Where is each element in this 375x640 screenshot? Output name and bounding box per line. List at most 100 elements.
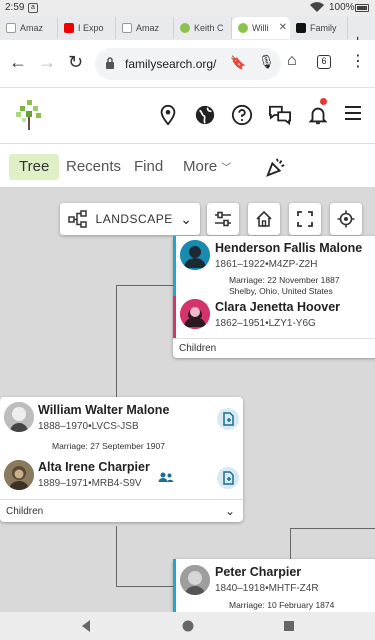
tab-label: I Expo (78, 23, 104, 33)
connector-line (116, 586, 176, 587)
person-id: M4ZP-Z2H (268, 259, 318, 270)
home-circle-icon[interactable] (181, 619, 195, 633)
person-lifespan: 1861–1922•M4ZP-Z2H (215, 259, 318, 270)
person-lifespan: 1862–1951•LZY1-Y6G (215, 318, 316, 329)
connector-line (116, 526, 117, 586)
couple-card[interactable]: William Walter Malone 1888–1970•LVCS-JSB… (0, 397, 243, 522)
crosshair-icon (337, 210, 355, 228)
connector-line (116, 285, 117, 400)
fullscreen-button[interactable] (289, 203, 321, 235)
location-pin-icon[interactable] (157, 104, 179, 126)
person-name[interactable]: Henderson Fallis Malone (215, 241, 362, 255)
more-options-icon[interactable]: ⋮ (350, 51, 366, 71)
tab-recents[interactable]: Recents (66, 154, 121, 180)
record-hints-button[interactable] (217, 408, 239, 430)
children-toggle[interactable]: Children ⌄ (0, 499, 243, 522)
recenter-button[interactable] (330, 203, 362, 235)
mic-icon[interactable]: 🎙 (258, 54, 275, 70)
back-triangle-icon[interactable] (80, 619, 92, 633)
browser-tab[interactable]: Amaz (0, 17, 58, 39)
filter-settings-button[interactable] (207, 203, 239, 235)
marriage-date: Marriage: 10 February 1874 (229, 600, 335, 610)
sliders-icon (215, 211, 231, 227)
person-match-icon[interactable] (158, 471, 174, 483)
home-icon (256, 210, 272, 227)
forward-icon[interactable]: → (38, 52, 56, 73)
browser-tab[interactable]: Family (290, 17, 348, 39)
photo-avatar (4, 402, 34, 432)
connector-line (290, 528, 375, 529)
male-avatar-icon (180, 240, 210, 270)
person-dates: 1862–1951 (215, 318, 266, 329)
tree-canvas[interactable]: LANDSCAPE ⌄ Henderson Fallis Malone 1861… (0, 188, 375, 612)
person-dates: 1889–1971 (38, 478, 89, 489)
reload-icon[interactable]: ↻ (68, 52, 83, 73)
status-bar: 2:59 a 100% (0, 0, 375, 16)
person-name[interactable]: Peter Charpier (215, 565, 301, 579)
browser-tab[interactable]: Keith C (174, 17, 232, 39)
couple-card[interactable]: Peter Charpier 1840–1918•MHTF-Z4R Marria… (173, 559, 375, 612)
back-icon[interactable]: ← (9, 52, 27, 73)
couple-card[interactable]: Henderson Fallis Malone 1861–1922•M4ZP-Z… (173, 236, 375, 358)
person-id: LZY1-Y6G (268, 318, 316, 329)
celebration-icon[interactable] (265, 156, 287, 178)
person-lifespan: 1840–1918•MHTF-Z4R (215, 583, 319, 594)
person-id: MRB4-S9V (91, 478, 142, 489)
tab-tree[interactable]: Tree (9, 154, 60, 180)
chevron-down-icon: ⌄ (224, 504, 235, 518)
record-hint-icon (223, 471, 234, 485)
male-indicator (173, 236, 176, 296)
bookmark-icon[interactable]: 🔖 (230, 55, 246, 71)
address-bar: ← → ↻ familysearch.org/ 🔖 🎙 ⌂ 6 ⋮ (0, 40, 375, 88)
photo-avatar (180, 565, 210, 595)
children-toggle[interactable]: Children (173, 338, 375, 358)
wifi-icon (310, 2, 324, 13)
notification-icon: a (28, 3, 38, 13)
browser-tab[interactable]: I Expo (58, 17, 116, 39)
browser-tab[interactable]: Amaz (116, 17, 174, 39)
chevron-down-icon: ﹀ (221, 163, 232, 174)
person-name[interactable]: William Walter Malone (38, 403, 169, 417)
male-indicator (173, 559, 176, 612)
help-icon[interactable] (231, 104, 253, 126)
marriage-date: Marriage: 27 September 1907 (52, 441, 165, 451)
url-text: familysearch.org/ (125, 57, 217, 71)
menu-hamburger-icon[interactable] (345, 106, 361, 120)
home-icon[interactable]: ⌂ (287, 52, 297, 70)
chevron-down-icon: ⌄ (180, 210, 192, 227)
female-indicator (173, 296, 176, 338)
tab-label: Family (310, 23, 337, 33)
tree-icon (180, 23, 190, 33)
battery-percent: 100% (329, 2, 355, 13)
person-name[interactable]: Clara Jenetta Hoover (215, 300, 340, 314)
tab-more[interactable]: More ﹀ (183, 154, 231, 180)
more-label: More (183, 158, 218, 175)
person-name[interactable]: Alta Irene Charpier (38, 460, 150, 474)
connector-line (116, 285, 176, 286)
marriage-place: Shelby, Ohio, United States (229, 286, 333, 296)
tab-label: Amaz (136, 23, 160, 33)
battery-icon (355, 4, 369, 12)
close-tab-icon[interactable]: ✕ (279, 22, 287, 33)
person-dates: 1840–1918 (215, 583, 266, 594)
globe-icon[interactable] (194, 104, 216, 126)
lock-icon (106, 57, 114, 69)
familysearch-logo-icon[interactable] (16, 98, 42, 130)
layout-select[interactable]: LANDSCAPE ⌄ (60, 203, 200, 235)
amazon-icon (6, 23, 16, 33)
chat-icon[interactable] (268, 104, 292, 126)
record-hints-button[interactable] (217, 467, 239, 489)
home-person-button[interactable] (248, 203, 280, 235)
tree-layout-icon (68, 210, 87, 228)
url-field[interactable]: familysearch.org/ 🔖 🎙 (95, 48, 281, 80)
notifications-bell-icon[interactable] (307, 104, 329, 126)
recents-square-icon[interactable] (283, 619, 295, 633)
android-nav-bar (0, 612, 375, 640)
person-lifespan: 1889–1971•MRB4-S9V (38, 478, 142, 489)
browser-tab-active[interactable]: Willi ✕ (232, 17, 290, 39)
clock: 2:59 (5, 2, 25, 13)
tab-count[interactable]: 6 (317, 55, 331, 69)
tab-find[interactable]: Find (134, 154, 163, 180)
person-id: LVCS-JSB (91, 421, 139, 432)
children-label: Children (6, 506, 44, 517)
